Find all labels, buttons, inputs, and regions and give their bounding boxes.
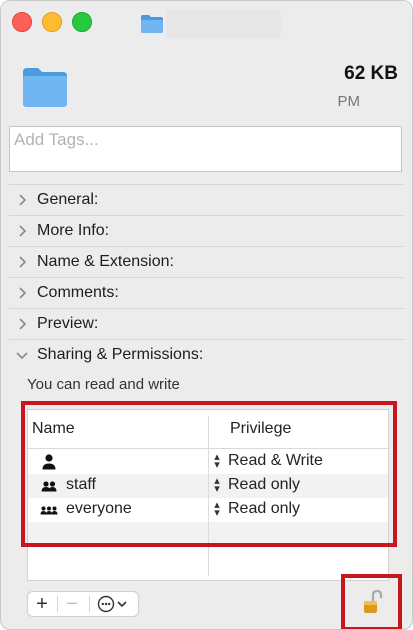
divider: [9, 277, 404, 278]
action-menu-button[interactable]: [92, 592, 136, 616]
ellipsis-circle-icon: [97, 595, 127, 613]
add-user-button[interactable]: +: [30, 592, 54, 616]
section-sharing-permissions[interactable]: Sharing & Permissions:: [15, 342, 203, 368]
close-window-button[interactable]: [12, 12, 32, 32]
chevron-right-icon: [19, 256, 27, 268]
title-bar: [1, 1, 412, 45]
zoom-window-button[interactable]: [72, 12, 92, 32]
chevron-down-icon: [16, 352, 28, 360]
section-label: More Info:: [37, 222, 110, 239]
highlight-lock: [341, 574, 402, 629]
toolbar-separator: [57, 596, 58, 612]
divider: [9, 246, 404, 247]
section-comments[interactable]: Comments:: [15, 280, 119, 306]
modified-date: PM: [337, 93, 361, 110]
section-label: Name & Extension:: [37, 253, 174, 270]
chevron-right-icon: [19, 194, 27, 206]
remove-user-button[interactable]: −: [60, 592, 84, 616]
divider: [9, 184, 404, 185]
section-label: Comments:: [37, 284, 119, 301]
get-info-window: 62 KB PM Add Tags... General: More Info:…: [0, 0, 413, 630]
section-general[interactable]: General:: [15, 187, 98, 213]
divider: [9, 308, 404, 309]
section-name-extension[interactable]: Name & Extension:: [15, 249, 174, 275]
minimize-window-button[interactable]: [42, 12, 62, 32]
permission-note: You can read and write: [27, 376, 180, 393]
chevron-right-icon: [19, 287, 27, 299]
window-title: [166, 9, 281, 39]
divider: [9, 215, 404, 216]
section-label: General:: [37, 191, 99, 208]
toolbar-separator: [89, 596, 90, 612]
folder-large-icon: [23, 68, 67, 107]
chevron-right-icon: [19, 318, 27, 330]
section-label: Sharing & Permissions:: [37, 346, 204, 363]
folder-icon: [141, 15, 163, 33]
section-preview[interactable]: Preview:: [15, 311, 98, 337]
chevron-right-icon: [19, 225, 27, 237]
section-more-info[interactable]: More Info:: [15, 218, 109, 244]
highlight-permissions-table: [21, 401, 397, 547]
tags-field[interactable]: Add Tags...: [9, 126, 402, 172]
permissions-toolbar: + −: [27, 591, 139, 617]
file-size: 62 KB: [344, 63, 398, 84]
tags-placeholder: Add Tags...: [14, 130, 99, 149]
divider: [9, 339, 404, 340]
section-label: Preview:: [37, 315, 99, 332]
